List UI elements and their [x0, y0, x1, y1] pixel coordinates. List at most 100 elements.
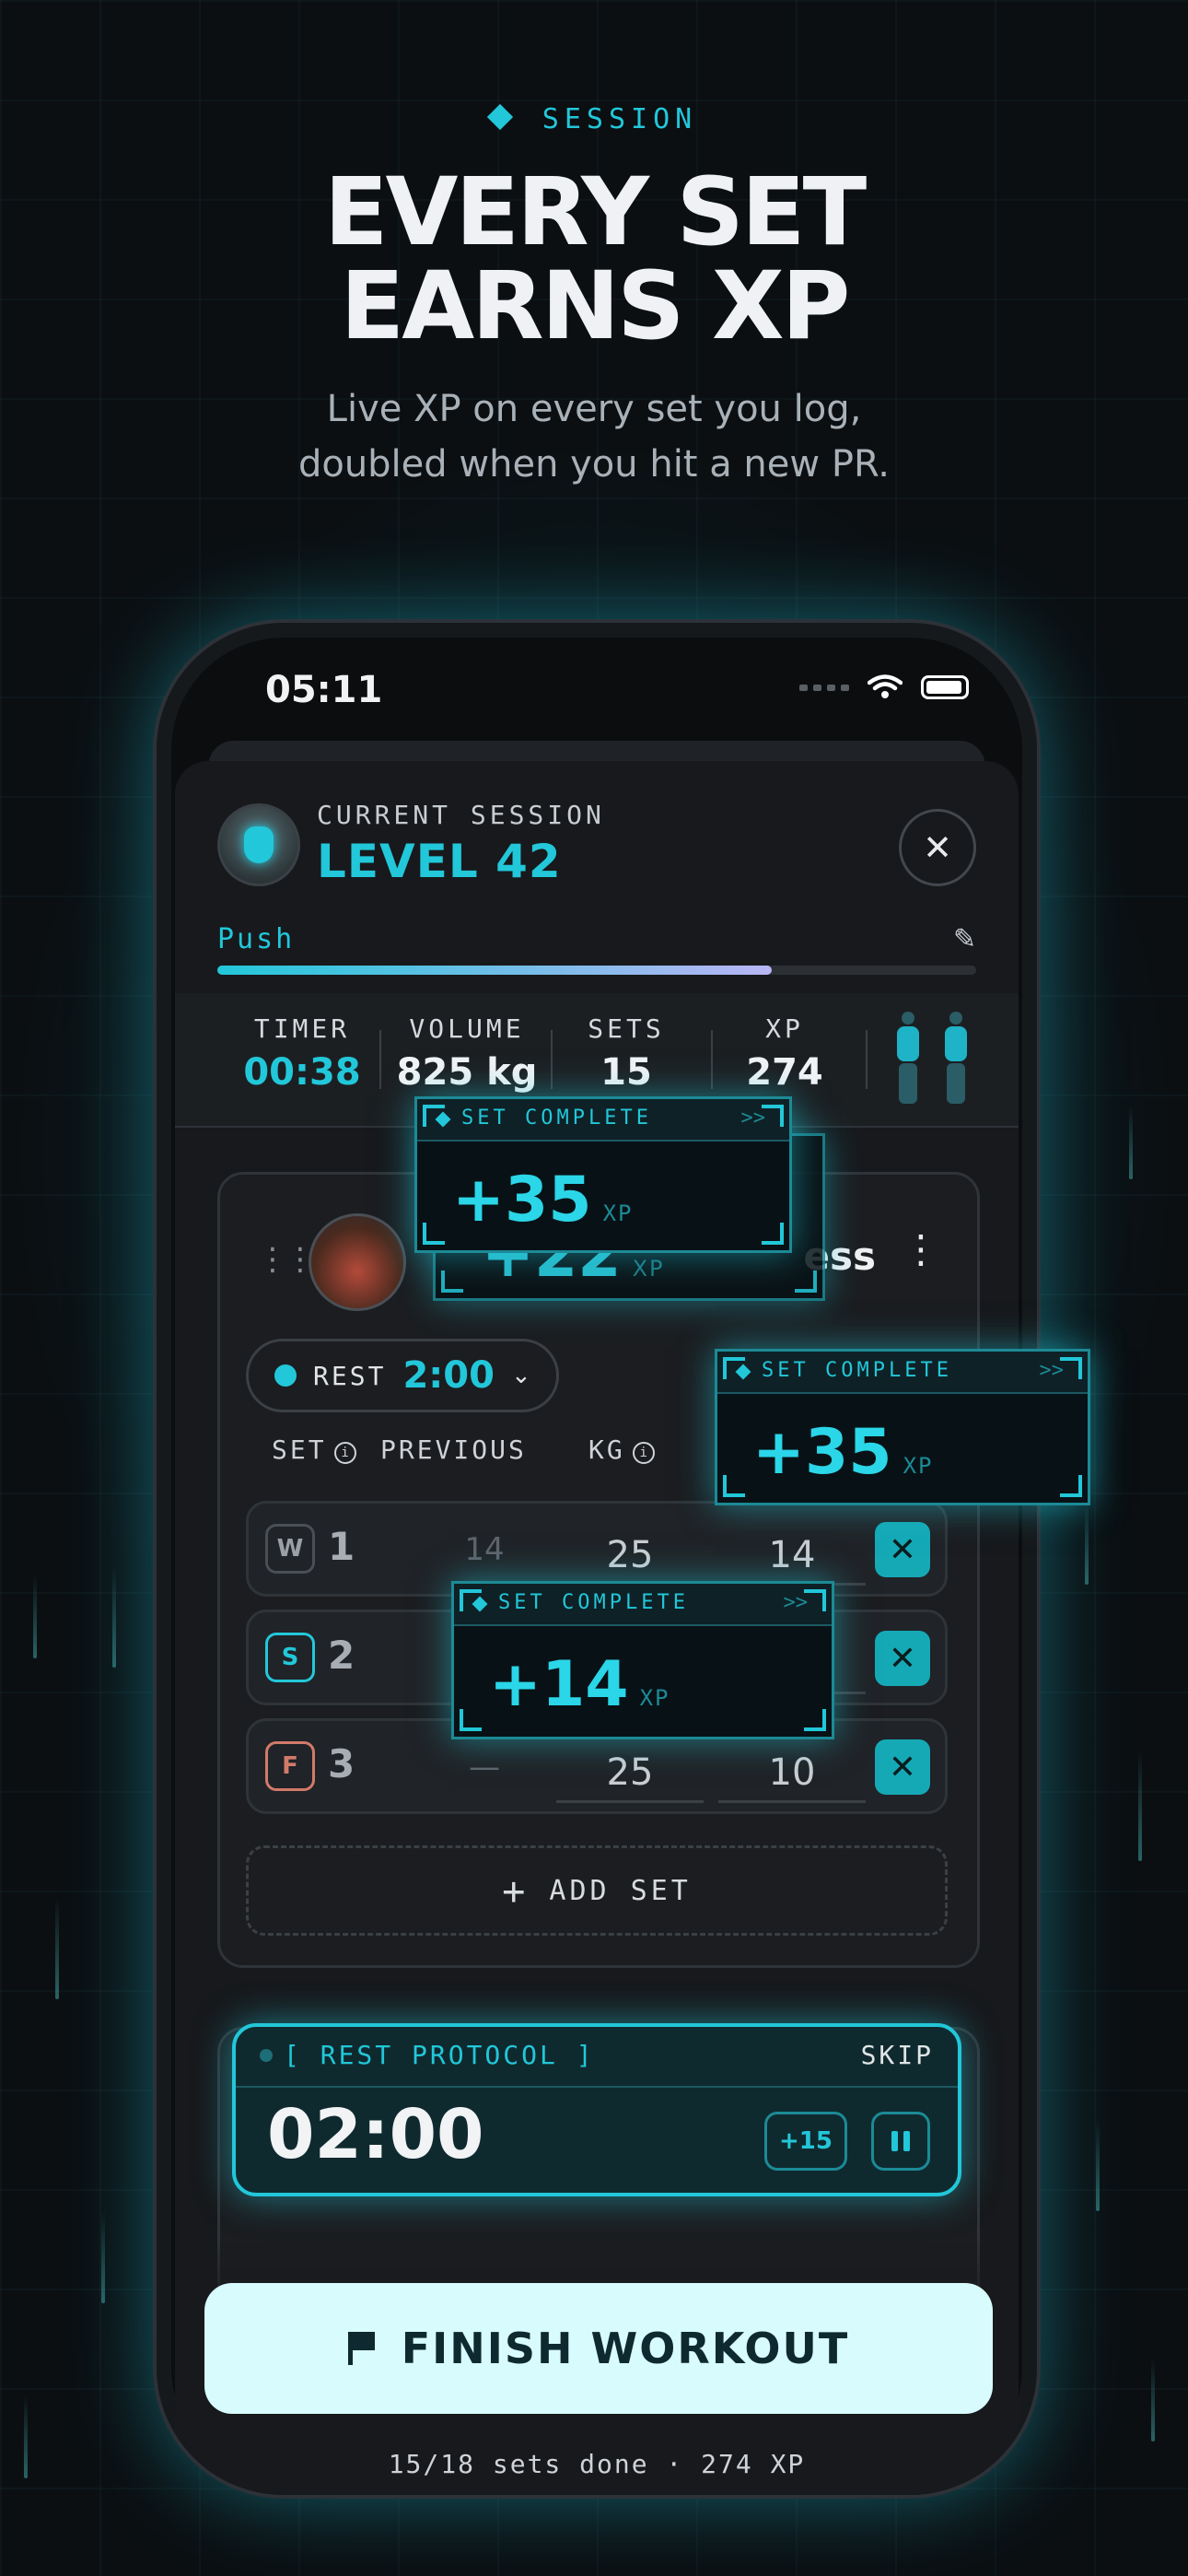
- complete-set-button[interactable]: ✕: [875, 1522, 930, 1577]
- headline-line-1: EVERY SET: [323, 158, 867, 267]
- status-dot-icon: [260, 2049, 273, 2062]
- xp-toast: SET COMPLETE >> +14 XP: [451, 1581, 834, 1739]
- set-type-badge[interactable]: F: [265, 1741, 315, 1791]
- corner-bracket: [795, 1270, 817, 1293]
- set-type-badge[interactable]: W: [265, 1524, 315, 1574]
- divider: [711, 1030, 713, 1089]
- pause-icon: [891, 2131, 898, 2151]
- corner-bracket: [762, 1105, 784, 1127]
- divider: [379, 1030, 381, 1089]
- stat-label: TIMER: [253, 1013, 351, 1044]
- background-streak: [33, 1575, 37, 1658]
- add-set-label: ADD SET: [549, 1874, 692, 1907]
- set-type-badge[interactable]: S: [265, 1633, 315, 1682]
- background-streak: [55, 1898, 59, 1999]
- corner-bracket: [804, 1709, 826, 1731]
- drag-handle-icon[interactable]: ⋮⋮: [257, 1241, 316, 1278]
- background-streak: [112, 1566, 116, 1668]
- column-header-set: SET i: [272, 1434, 356, 1465]
- rest-protocol-panel: [ REST PROTOCOL ] SKIP 02:00 +15: [232, 2023, 961, 2196]
- toast-title: SET COMPLETE: [461, 1107, 652, 1130]
- toast-header: SET COMPLETE >>: [417, 1099, 789, 1142]
- more-options-icon[interactable]: ⋮: [902, 1226, 940, 1271]
- background-streak: [101, 2211, 105, 2303]
- rest-protocol-title: [ REST PROTOCOL ]: [284, 2040, 595, 2070]
- info-icon[interactable]: i: [333, 1442, 356, 1464]
- workout-summary: 15/18 sets done · 274 XP: [388, 2449, 806, 2479]
- pencil-icon[interactable]: ✎: [953, 923, 976, 955]
- xp-unit: XP: [639, 1685, 670, 1711]
- rest-label: REST: [313, 1360, 387, 1391]
- stat-label: XP: [765, 1013, 804, 1044]
- set-number: 2: [328, 1633, 355, 1678]
- close-button[interactable]: ✕: [899, 809, 976, 886]
- xp-toast: SET COMPLETE >> +35 XP: [715, 1349, 1090, 1505]
- reps-input[interactable]: 14: [718, 1528, 866, 1586]
- close-icon: ✕: [888, 1530, 917, 1569]
- finish-workout-label: FINISH WORKOUT: [401, 2324, 850, 2373]
- finish-workout-button[interactable]: FINISH WORKOUT: [204, 2283, 993, 2414]
- stat-volume: VOLUME 825 kg: [389, 1013, 545, 1094]
- column-header-previous: PREVIOUS: [380, 1434, 527, 1465]
- background-streak: [24, 2395, 28, 2478]
- xp-unit: XP: [602, 1200, 634, 1226]
- info-icon[interactable]: i: [632, 1442, 655, 1464]
- routine-name[interactable]: Push: [217, 923, 295, 955]
- stat-label: VOLUME: [409, 1013, 525, 1044]
- headline: EVERY SET EARNS XP: [0, 166, 1188, 354]
- pause-button[interactable]: [871, 2112, 930, 2171]
- rest-protocol-header: [ REST PROTOCOL ] SKIP: [236, 2027, 958, 2088]
- complete-set-button[interactable]: ✕: [875, 1739, 930, 1795]
- skip-button[interactable]: SKIP: [861, 2040, 934, 2070]
- subheadline-line-1: Live XP on every set you log,: [326, 388, 862, 430]
- routine-progress-fill: [217, 966, 772, 975]
- rest-value: 2:00: [402, 1354, 495, 1397]
- status-time: 05:11: [265, 669, 383, 711]
- phone-frame: 05:11 CURRENT SESSION LEVEL 42 ✕ Push ✎ …: [153, 619, 1041, 2499]
- close-icon: ✕: [888, 1748, 917, 1786]
- xp-amount-text: +35: [452, 1164, 592, 1236]
- rest-countdown: 02:00: [267, 2095, 484, 2174]
- kg-input[interactable]: 25: [556, 1745, 704, 1803]
- subheadline-line-2: doubled when you hit a new PR.: [297, 443, 891, 486]
- xp-amount-text: +35: [752, 1416, 892, 1489]
- corner-bracket: [423, 1223, 445, 1245]
- muscle-map-front-icon[interactable]: [891, 1012, 925, 1104]
- xp-amount: +35 XP: [752, 1416, 934, 1489]
- current-session-label: CURRENT SESSION: [317, 800, 605, 830]
- toast-header: SET COMPLETE >>: [717, 1352, 1088, 1394]
- xp-amount: +14 XP: [489, 1648, 670, 1721]
- flag-icon: [347, 2332, 376, 2365]
- signal-icon: [799, 684, 849, 691]
- background-streak: [1129, 1106, 1133, 1179]
- rest-timer-selector[interactable]: REST 2:00 ⌄: [246, 1339, 559, 1412]
- stat-sets: SETS 15: [562, 1013, 691, 1094]
- level-text: LEVEL 42: [317, 835, 562, 888]
- close-icon: ✕: [923, 827, 952, 868]
- stat-timer: TIMER 00:38: [238, 1013, 367, 1094]
- corner-bracket: [723, 1357, 745, 1379]
- chevron-down-icon: ⌄: [510, 1362, 531, 1389]
- exercise-thumbnail[interactable]: [309, 1213, 406, 1311]
- kg-input[interactable]: 25: [556, 1528, 704, 1586]
- reps-input[interactable]: 10: [718, 1745, 866, 1803]
- divider: [866, 1030, 868, 1089]
- set-number: 1: [328, 1524, 355, 1569]
- background-streak: [1151, 2359, 1155, 2441]
- complete-set-button[interactable]: ✕: [875, 1631, 930, 1686]
- xp-unit: XP: [632, 1256, 665, 1282]
- muscle-map-back-icon[interactable]: [939, 1012, 973, 1104]
- status-icons: [799, 674, 969, 700]
- add-15-seconds-button[interactable]: +15: [764, 2112, 847, 2171]
- previous-value: 14: [464, 1531, 505, 1568]
- background-streak: [1096, 2119, 1100, 2211]
- avatar[interactable]: [217, 803, 300, 886]
- column-label: KG: [588, 1434, 625, 1465]
- corner-bracket: [460, 1589, 482, 1611]
- corner-bracket: [1060, 1357, 1082, 1379]
- corner-bracket: [423, 1105, 445, 1127]
- add-set-button[interactable]: + ADD SET: [246, 1845, 948, 1936]
- close-icon: ✕: [888, 1639, 917, 1678]
- toast-title: SET COMPLETE: [762, 1359, 952, 1382]
- corner-bracket: [762, 1223, 784, 1245]
